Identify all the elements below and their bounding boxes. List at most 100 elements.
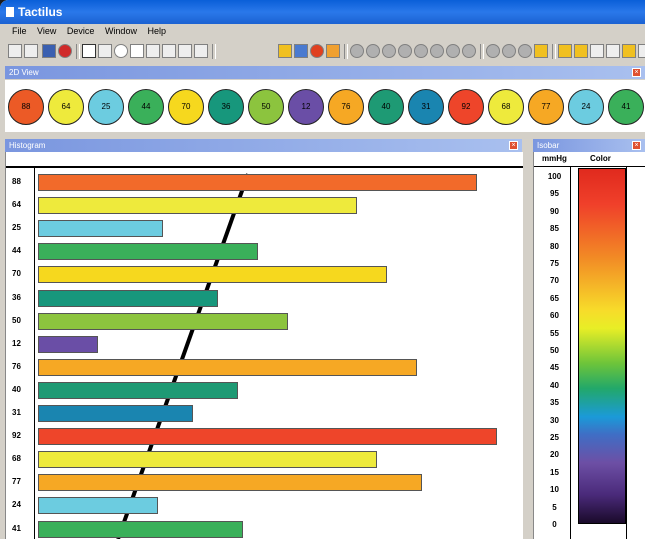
sensor-circle[interactable]: 77 [528, 89, 564, 125]
letter-a-icon[interactable] [622, 44, 636, 58]
chart-icon[interactable] [590, 44, 604, 58]
histogram-bar [38, 358, 418, 376]
playback-button[interactable] [430, 44, 444, 58]
playback-button[interactable] [366, 44, 380, 58]
toolbar [8, 43, 645, 61]
isobar-divider [534, 166, 645, 167]
sensor-circle[interactable]: 70 [168, 89, 204, 125]
stop-icon[interactable] [58, 44, 72, 58]
image-icon[interactable] [326, 44, 340, 58]
playback-button[interactable] [518, 44, 532, 58]
sensor-circle[interactable]: 12 [288, 89, 324, 125]
color-icon[interactable] [310, 44, 324, 58]
sensor-circle[interactable]: 68 [488, 89, 524, 125]
playback-button[interactable] [398, 44, 412, 58]
isobar-value: 95 [550, 189, 559, 199]
playback-button[interactable] [446, 44, 460, 58]
isobar-value: 25 [550, 433, 559, 442]
menu-window[interactable]: Window [105, 26, 137, 36]
close-icon[interactable]: × [632, 68, 641, 77]
lasso-icon[interactable] [146, 44, 160, 58]
menu-device[interactable]: Device [67, 26, 95, 36]
isobar-divider [570, 166, 571, 539]
playback-button[interactable] [414, 44, 428, 58]
record-icon[interactable] [534, 44, 548, 58]
histogram-bar [38, 405, 193, 422]
playback-button[interactable] [462, 44, 476, 58]
histogram-bar [38, 451, 378, 469]
title-bar[interactable]: Tactilus [0, 0, 645, 24]
playback-button[interactable] [382, 44, 396, 58]
histogram-axis [34, 168, 35, 539]
table-icon[interactable] [294, 44, 308, 58]
isobar-value: 10 [550, 485, 559, 495]
isobar-title: Isobar [537, 141, 560, 150]
isobar-value: 20 [550, 450, 559, 460]
menu-view[interactable]: View [37, 26, 56, 36]
histogram-category-label: 41 [12, 523, 21, 533]
histogram-bar [38, 312, 288, 330]
histogram-category-label: 31 [12, 408, 21, 417]
2d-view-canvas[interactable]: 88 64 25 44 70 36 50 12 76 40 31 92 68 77 24 41 [5, 80, 645, 132]
sensor-circle[interactable]: 92 [448, 89, 484, 125]
sensor-circle[interactable]: 24 [568, 89, 604, 125]
isobar-value: 100 [547, 172, 562, 181]
ellipse-icon[interactable] [114, 44, 128, 58]
isobar-color-header: Color [590, 154, 611, 163]
line-icon[interactable] [162, 44, 176, 58]
save-icon[interactable] [42, 44, 56, 58]
pointer-icon[interactable] [82, 44, 96, 58]
isobar-value: 40 [550, 380, 559, 390]
sensor-circle[interactable]: 76 [328, 89, 364, 125]
histogram-bar [38, 243, 258, 261]
sensor-circle[interactable]: 31 [408, 89, 444, 125]
sensor-circle[interactable]: 41 [608, 89, 644, 125]
export-icon[interactable] [638, 44, 645, 58]
column-icon[interactable] [574, 44, 588, 58]
histogram-category-label: 36 [12, 292, 21, 302]
sensor-circle[interactable]: 50 [248, 89, 284, 125]
histogram-category-label: 64 [12, 200, 21, 210]
histogram-bar [38, 289, 218, 307]
histogram-category-label: 68 [12, 454, 21, 464]
playback-button[interactable] [486, 44, 500, 58]
menu-file[interactable]: File [12, 26, 27, 36]
sensor-circle[interactable]: 44 [128, 89, 164, 125]
sensor-circle[interactable]: 64 [48, 89, 84, 125]
isobar-value: 45 [550, 363, 559, 373]
2d-icon[interactable] [558, 44, 572, 58]
histogram-bar [38, 174, 478, 191]
histogram-category-label: 25 [12, 223, 21, 233]
menu-help[interactable]: Help [147, 26, 166, 36]
application-window: Tactilus File View Device Window Help 2D… [0, 0, 645, 539]
zoom-icon[interactable] [178, 44, 192, 58]
histogram-category-label: 70 [12, 269, 21, 279]
eraser-icon[interactable] [194, 44, 208, 58]
isobar-value: 80 [550, 241, 559, 251]
close-icon[interactable]: × [509, 141, 518, 150]
sensor-circle[interactable]: 36 [208, 89, 244, 125]
grid-icon[interactable] [278, 44, 292, 58]
toolbar-separator [212, 44, 216, 59]
isobar-value: 15 [550, 467, 559, 477]
close-icon[interactable]: × [632, 141, 641, 150]
isobar-value: 65 [550, 293, 559, 303]
histogram-category-label: 24 [12, 500, 21, 510]
2d-view-header: 2D View × [5, 66, 645, 79]
isobar-value: 50 [550, 346, 559, 355]
new-icon[interactable] [8, 44, 22, 58]
playback-button[interactable] [502, 44, 516, 58]
sensor-circle[interactable]: 40 [368, 89, 404, 125]
isobar-value: 5 [552, 502, 557, 512]
isobar-value: 35 [550, 398, 559, 408]
report-icon[interactable] [606, 44, 620, 58]
pen-icon[interactable] [98, 44, 112, 58]
rect-select-icon[interactable] [130, 44, 144, 58]
playback-button[interactable] [350, 44, 364, 58]
histogram-bar [38, 474, 423, 492]
toolbar-separator [344, 44, 348, 59]
sensor-circle[interactable]: 88 [8, 89, 44, 125]
histogram-header: Histogram × [5, 139, 522, 152]
open-icon[interactable] [24, 44, 38, 58]
sensor-circle[interactable]: 25 [88, 89, 124, 125]
